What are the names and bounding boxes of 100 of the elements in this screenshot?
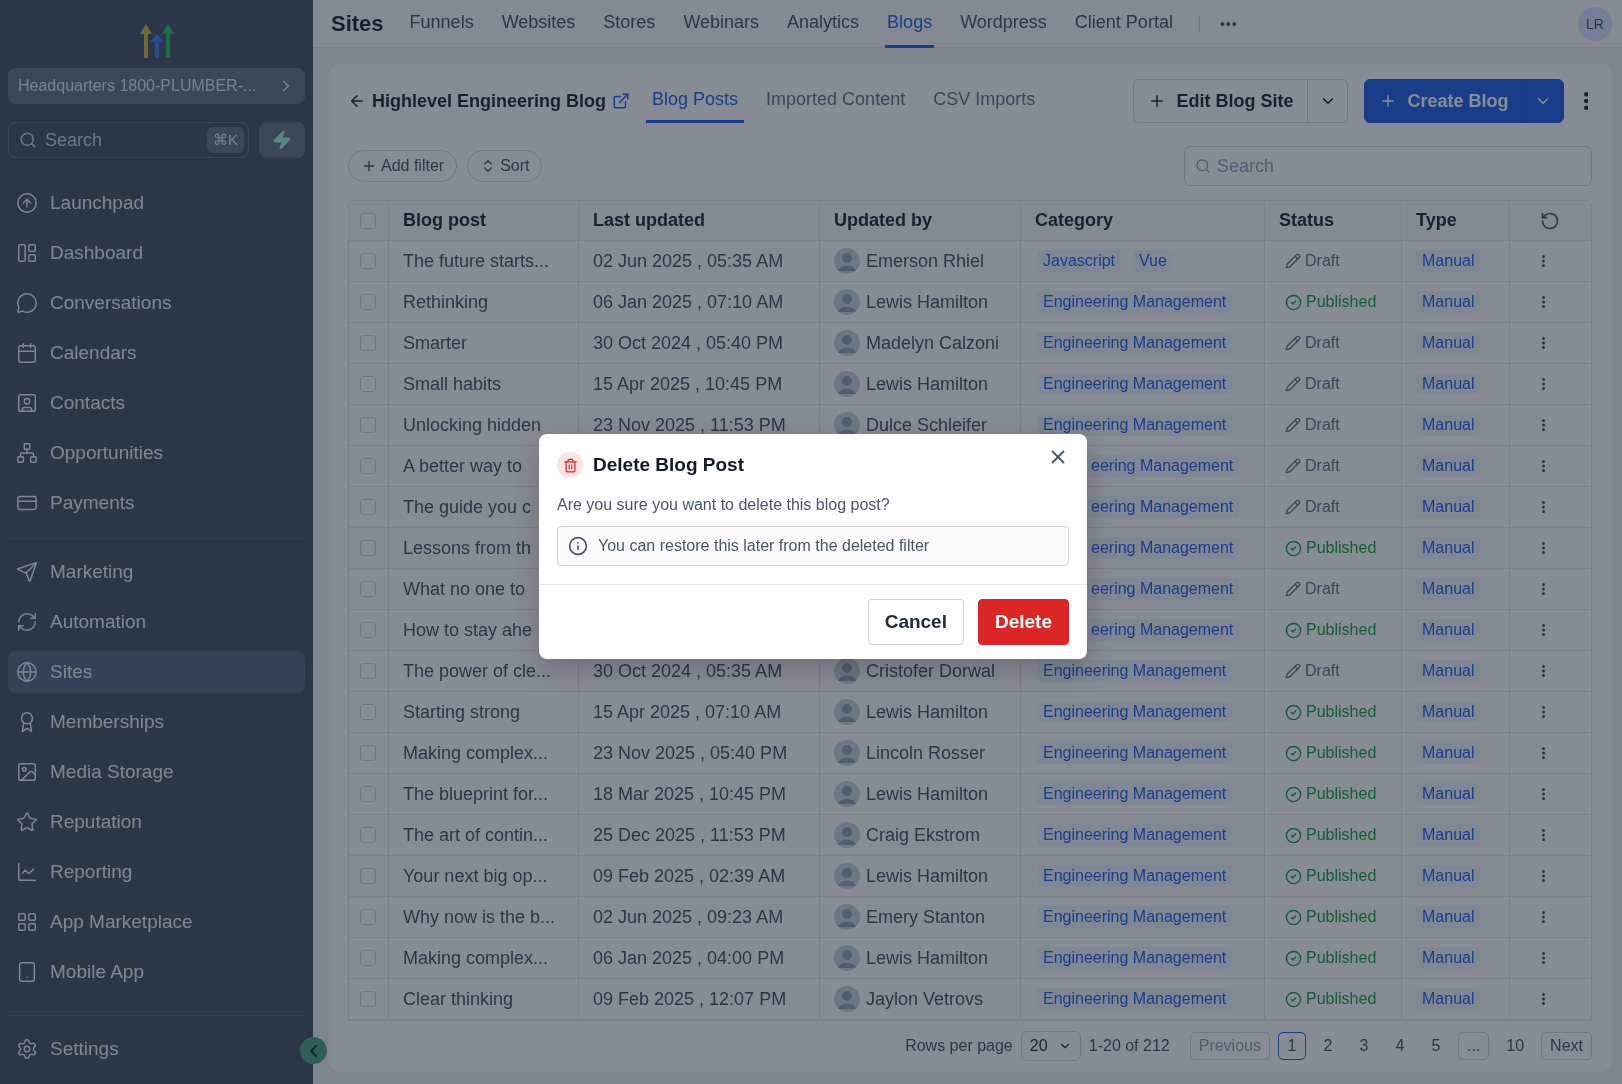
sort-button[interactable]: Sort	[467, 150, 543, 182]
checkbox[interactable]	[360, 868, 376, 884]
sidebar-item[interactable]: Media Storage	[8, 751, 305, 793]
cancel-button[interactable]: Cancel	[867, 599, 964, 645]
delete-button[interactable]: Delete	[977, 599, 1069, 645]
row-menu-button[interactable]	[1542, 747, 1545, 759]
category-tag: Engineering Management	[1037, 742, 1233, 764]
row-menu-button[interactable]	[1542, 542, 1545, 554]
row-menu-button[interactable]	[1542, 255, 1545, 267]
sidebar-item[interactable]: Sites	[8, 651, 305, 693]
checkbox[interactable]	[360, 991, 376, 1007]
more-tabs-button[interactable]: •••	[1198, 15, 1238, 32]
nav-tab[interactable]: Websites	[499, 0, 578, 48]
table-cell: A better way to	[403, 455, 523, 477]
table-cell: Lewis Hamilton	[866, 291, 989, 313]
rows-per-page-select[interactable]: 20	[1020, 1031, 1081, 1061]
sidebar-item[interactable]: Mobile App	[8, 951, 305, 993]
search-field[interactable]: Search ⌘K	[8, 122, 249, 158]
checkbox[interactable]	[360, 909, 376, 925]
sidebar-item[interactable]: Launchpad	[8, 182, 305, 224]
sidebar-item[interactable]: Conversations	[8, 282, 305, 324]
nav-tab[interactable]: Client Portal	[1072, 0, 1175, 48]
sidebar-item[interactable]: Reputation	[8, 801, 305, 843]
checkbox[interactable]	[360, 663, 376, 679]
nav-tab[interactable]: Stores	[601, 0, 658, 48]
row-menu-button[interactable]	[1542, 583, 1545, 595]
quick-action-button[interactable]	[259, 122, 305, 158]
sidebar-item[interactable]: Marketing	[8, 551, 305, 593]
row-menu-button[interactable]	[1542, 624, 1545, 636]
checkbox[interactable]	[360, 458, 376, 474]
checkbox[interactable]	[360, 704, 376, 720]
content-tab[interactable]: CSV Imports	[927, 79, 1042, 123]
kebab-icon	[1542, 337, 1545, 349]
pencil-icon	[1285, 253, 1301, 269]
sidebar-item[interactable]: Dashboard	[8, 232, 305, 274]
chat-bubble-icon	[16, 292, 38, 314]
row-menu-button[interactable]	[1542, 829, 1545, 841]
search-icon	[19, 131, 37, 149]
checkbox[interactable]	[360, 294, 376, 310]
content-tab[interactable]: Blog Posts	[646, 79, 745, 123]
row-menu-button[interactable]	[1542, 501, 1545, 513]
collapse-button[interactable]	[300, 1037, 327, 1064]
column-header: Updated by	[834, 210, 932, 231]
row-menu-button[interactable]	[1542, 706, 1545, 718]
checkbox[interactable]	[360, 335, 376, 351]
external-link-icon[interactable]	[612, 92, 631, 110]
rotate-icon[interactable]	[1540, 210, 1560, 231]
checkbox[interactable]	[360, 827, 376, 843]
table-cell: The guide you c	[403, 496, 532, 518]
checkbox[interactable]	[360, 950, 376, 966]
sidebar-item[interactable]: Automation	[8, 601, 305, 643]
sidebar-item[interactable]: Opportunities	[8, 432, 305, 474]
sidebar-item[interactable]: Contacts	[8, 382, 305, 424]
row-menu-button[interactable]	[1542, 870, 1545, 882]
table-cell: Making complex...	[403, 947, 549, 969]
content-tab[interactable]: Imported Content	[760, 79, 912, 123]
nav-tab[interactable]: Analytics	[785, 0, 862, 48]
sidebar-item[interactable]: App Marketplace	[8, 901, 305, 943]
checkbox[interactable]	[360, 745, 376, 761]
row-menu-button[interactable]	[1542, 993, 1545, 1005]
page-button[interactable]: ...	[1457, 1032, 1490, 1060]
nav-tab[interactable]: Webinars	[681, 0, 762, 48]
checkbox[interactable]	[360, 581, 376, 597]
row-menu-button[interactable]	[1542, 460, 1545, 472]
next-button[interactable]: Next	[1541, 1032, 1592, 1060]
checkbox[interactable]	[360, 786, 376, 802]
checkbox[interactable]	[360, 253, 376, 269]
checkbox[interactable]	[360, 376, 376, 392]
checkbox[interactable]	[360, 499, 376, 515]
page-button[interactable]: 1	[1277, 1032, 1306, 1060]
nav-tab[interactable]: Funnels	[407, 0, 476, 48]
blog-title: Highlevel Engineering Blog	[372, 90, 607, 112]
sidebar-item[interactable]: Payments	[8, 482, 305, 524]
row-menu-button[interactable]	[1542, 911, 1545, 923]
row-menu-button[interactable]	[1542, 788, 1545, 800]
row-menu-button[interactable]	[1542, 419, 1545, 431]
type-tag: Manual	[1416, 373, 1481, 395]
account-switcher[interactable]: Headquarters 1800-PLUMBER-...	[8, 68, 305, 104]
sidebar-item[interactable]: Memberships	[8, 701, 305, 743]
checkbox[interactable]	[360, 622, 376, 638]
user-avatar[interactable]: LR	[1578, 6, 1612, 41]
sidebar-item[interactable]: Calendars	[8, 332, 305, 374]
row-menu-button[interactable]	[1542, 665, 1545, 677]
add-filter-button[interactable]: Add filter	[348, 150, 458, 182]
search-icon	[1195, 158, 1211, 174]
table-cell: Cristofer Dorwal	[866, 660, 996, 682]
kebab-icon	[1542, 706, 1545, 718]
checkbox[interactable]	[360, 540, 376, 556]
nav-tab[interactable]: Wordpress	[958, 0, 1049, 48]
row-menu-button[interactable]	[1542, 296, 1545, 308]
type-tag: Manual	[1416, 701, 1481, 723]
row-menu-button[interactable]	[1542, 337, 1545, 349]
checkbox[interactable]	[360, 212, 376, 229]
nav-tab[interactable]: Blogs	[885, 0, 935, 48]
settings-icon	[16, 1038, 38, 1060]
sidebar-item[interactable]: Reporting	[8, 851, 305, 893]
checkbox[interactable]	[360, 417, 376, 433]
row-menu-button[interactable]	[1542, 952, 1545, 964]
status-label: Draft	[1285, 334, 1340, 352]
row-menu-button[interactable]	[1542, 378, 1545, 390]
